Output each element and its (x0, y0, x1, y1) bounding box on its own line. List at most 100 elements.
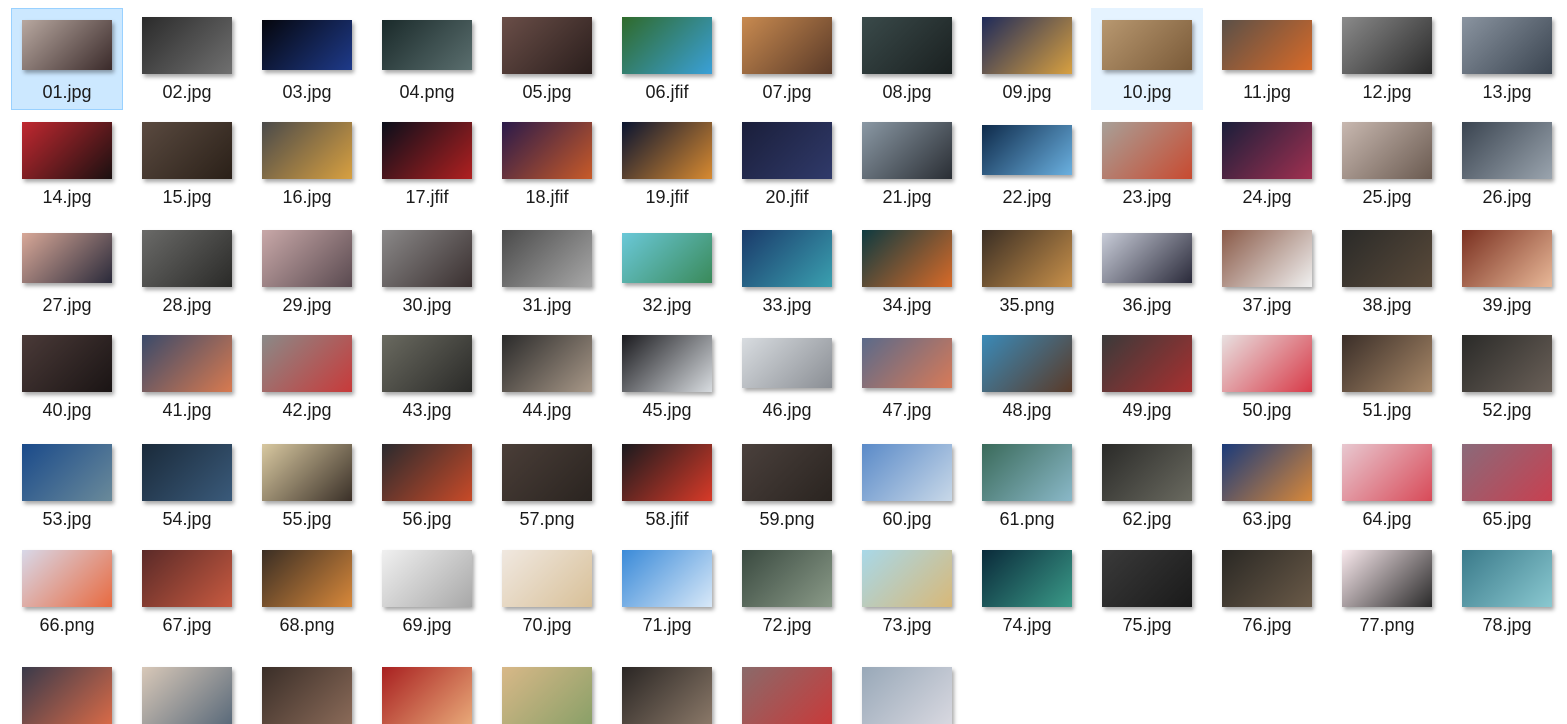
file-item[interactable]: 48.jpg (971, 326, 1083, 428)
file-item[interactable]: 23.jpg (1091, 113, 1203, 215)
file-item[interactable]: 25.jpg (1331, 113, 1443, 215)
file-item[interactable]: 32.jpg (611, 221, 723, 323)
file-item[interactable]: 66.png (11, 541, 123, 643)
file-item[interactable]: 58.jfif (611, 435, 723, 537)
file-item[interactable]: 65.jpg (1451, 435, 1563, 537)
file-item[interactable]: 74.jpg (971, 541, 1083, 643)
file-item[interactable]: 20.jfif (731, 113, 843, 215)
file-item[interactable]: 21.jpg (851, 113, 963, 215)
file-thumbnail (142, 334, 232, 392)
file-item[interactable] (251, 647, 363, 724)
file-item[interactable]: 11.jpg (1211, 8, 1323, 110)
file-item[interactable]: 38.jpg (1331, 221, 1443, 323)
file-item[interactable]: 36.jpg (1091, 221, 1203, 323)
file-item[interactable]: 62.jpg (1091, 435, 1203, 537)
file-item[interactable] (851, 647, 963, 724)
file-item[interactable]: 39.jpg (1451, 221, 1563, 323)
file-item[interactable]: 47.jpg (851, 326, 963, 428)
file-item[interactable]: 72.jpg (731, 541, 843, 643)
file-item[interactable]: 59.png (731, 435, 843, 537)
file-item[interactable]: 34.jpg (851, 221, 963, 323)
file-item[interactable] (611, 647, 723, 724)
file-thumbnail (502, 121, 592, 179)
file-item[interactable]: 77.png (1331, 541, 1443, 643)
file-item[interactable]: 29.jpg (251, 221, 363, 323)
file-item[interactable]: 67.jpg (131, 541, 243, 643)
file-item[interactable]: 17.jfif (371, 113, 483, 215)
file-item[interactable]: 57.png (491, 435, 603, 537)
file-item[interactable]: 46.jpg (731, 326, 843, 428)
file-item[interactable] (371, 647, 483, 724)
file-item[interactable]: 41.jpg (131, 326, 243, 428)
file-item[interactable]: 33.jpg (731, 221, 843, 323)
file-item[interactable]: 01.jpg (11, 8, 123, 110)
file-item[interactable]: 63.jpg (1211, 435, 1323, 537)
file-thumbnail (982, 16, 1072, 74)
file-name: 40.jpg (42, 400, 92, 420)
file-item[interactable]: 35.png (971, 221, 1083, 323)
file-item[interactable] (11, 647, 123, 724)
file-item[interactable]: 13.jpg (1451, 8, 1563, 110)
file-item[interactable]: 55.jpg (251, 435, 363, 537)
file-name: 22.jpg (1002, 187, 1052, 207)
file-item[interactable]: 45.jpg (611, 326, 723, 428)
file-item[interactable]: 42.jpg (251, 326, 363, 428)
file-item[interactable]: 69.jpg (371, 541, 483, 643)
file-name: 09.jpg (1002, 82, 1052, 102)
file-item[interactable]: 09.jpg (971, 8, 1083, 110)
file-item[interactable]: 07.jpg (731, 8, 843, 110)
file-item[interactable]: 51.jpg (1331, 326, 1443, 428)
file-item[interactable]: 50.jpg (1211, 326, 1323, 428)
file-item[interactable]: 56.jpg (371, 435, 483, 537)
file-item[interactable]: 54.jpg (131, 435, 243, 537)
file-item[interactable]: 05.jpg (491, 8, 603, 110)
file-item[interactable]: 61.png (971, 435, 1083, 537)
file-item[interactable]: 19.jfif (611, 113, 723, 215)
file-item[interactable]: 24.jpg (1211, 113, 1323, 215)
file-item[interactable]: 40.jpg (11, 326, 123, 428)
file-item[interactable]: 49.jpg (1091, 326, 1203, 428)
file-item[interactable]: 52.jpg (1451, 326, 1563, 428)
file-name: 53.jpg (42, 509, 92, 529)
file-item[interactable] (491, 647, 603, 724)
file-item[interactable]: 02.jpg (131, 8, 243, 110)
file-item[interactable]: 78.jpg (1451, 541, 1563, 643)
file-item[interactable]: 30.jpg (371, 221, 483, 323)
file-item[interactable]: 12.jpg (1331, 8, 1443, 110)
file-item[interactable]: 10.jpg (1091, 8, 1203, 110)
file-name: 20.jfif (765, 187, 809, 207)
file-item[interactable]: 60.jpg (851, 435, 963, 537)
file-item[interactable]: 44.jpg (491, 326, 603, 428)
file-item[interactable]: 31.jpg (491, 221, 603, 323)
file-item[interactable]: 71.jpg (611, 541, 723, 643)
file-item[interactable]: 08.jpg (851, 8, 963, 110)
file-item[interactable]: 16.jpg (251, 113, 363, 215)
file-name: 71.jpg (642, 615, 692, 635)
file-item[interactable]: 26.jpg (1451, 113, 1563, 215)
file-thumbnail (982, 443, 1072, 501)
file-item[interactable]: 06.jfif (611, 8, 723, 110)
file-item[interactable]: 43.jpg (371, 326, 483, 428)
file-item[interactable]: 15.jpg (131, 113, 243, 215)
file-item[interactable]: 64.jpg (1331, 435, 1443, 537)
file-item[interactable] (731, 647, 843, 724)
file-name: 45.jpg (642, 400, 692, 420)
file-item[interactable]: 53.jpg (11, 435, 123, 537)
file-item[interactable]: 70.jpg (491, 541, 603, 643)
file-item[interactable] (131, 647, 243, 724)
file-item[interactable]: 04.png (371, 8, 483, 110)
file-item[interactable]: 22.jpg (971, 113, 1083, 215)
file-item[interactable]: 37.jpg (1211, 221, 1323, 323)
file-item[interactable]: 76.jpg (1211, 541, 1323, 643)
file-item[interactable]: 14.jpg (11, 113, 123, 215)
file-item[interactable]: 28.jpg (131, 221, 243, 323)
file-name: 43.jpg (402, 400, 452, 420)
file-item[interactable]: 75.jpg (1091, 541, 1203, 643)
file-name: 61.png (999, 509, 1055, 529)
file-item[interactable]: 68.png (251, 541, 363, 643)
file-item[interactable]: 03.jpg (251, 8, 363, 110)
file-thumbnail (862, 338, 952, 388)
file-item[interactable]: 27.jpg (11, 221, 123, 323)
file-item[interactable]: 73.jpg (851, 541, 963, 643)
file-item[interactable]: 18.jfif (491, 113, 603, 215)
